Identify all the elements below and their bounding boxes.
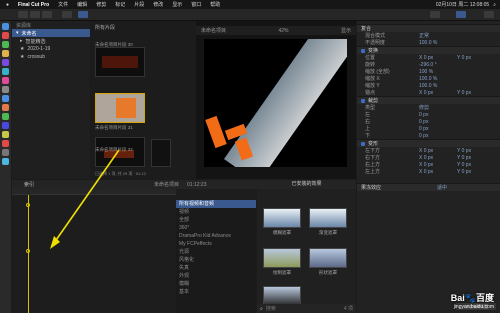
watermark: Bai🐾百度 jingyan.baidu.com (451, 291, 494, 310)
arrow-line (53, 149, 120, 244)
watermark-sub: jingyan.baidu.com (453, 304, 494, 310)
watermark-main: Bai🐾百度 (450, 293, 494, 303)
fcp-window: ● Final Cut Pro 文件 编辑 修剪 标记 片段 修改 显示 窗口 … (0, 0, 500, 313)
annotation-arrow (50, 149, 120, 249)
